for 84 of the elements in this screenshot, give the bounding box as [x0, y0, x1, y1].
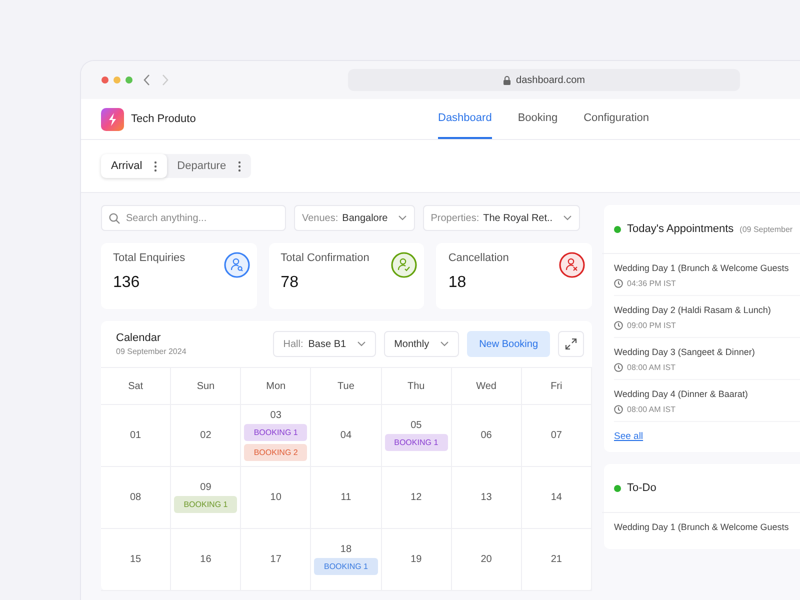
back-icon[interactable] [143, 74, 151, 86]
weekday-label: Tue [338, 380, 354, 392]
booking-tag[interactable]: BOOKING 1 [384, 434, 448, 451]
calendar-title: Calendar [116, 332, 162, 344]
window-controls-icon[interactable] [101, 76, 133, 84]
lock-icon [503, 76, 512, 84]
day-number: 08 [130, 492, 142, 503]
weekday-label: Sun [196, 380, 215, 392]
panel-title: Today's Appointments [627, 223, 734, 235]
weekday-label: Sat [128, 380, 144, 392]
search-field[interactable]: Search anything... [101, 205, 286, 231]
day-number: 07 [550, 430, 562, 441]
appointment-title: Wedding Day 3 (Sangeet & Dinner) [614, 347, 756, 357]
expand-icon [565, 338, 577, 350]
address-bar[interactable]: dashboard.com [348, 69, 740, 91]
day-number: 12 [410, 492, 422, 503]
stat-label: Cancellation [448, 252, 509, 264]
expand-button[interactable] [558, 331, 584, 357]
period-dropdown[interactable]: Monthly [384, 331, 460, 357]
appointment-title: Wedding Day 4 (Dinner & Baarat) [614, 389, 749, 399]
kebab-icon[interactable] [154, 160, 158, 172]
day-number: 11 [340, 492, 352, 503]
appointment-title: Wedding Day 2 (Haldi Rasam & Lunch) [614, 305, 772, 315]
booking-tag[interactable]: BOOKING 2 [244, 444, 308, 461]
search-icon [109, 213, 120, 224]
panel-title: To-Do [627, 482, 656, 494]
nav-tab[interactable]: Booking [518, 99, 558, 139]
chevron-down-icon [562, 215, 572, 221]
stat-value: 18 [448, 274, 468, 292]
hall-dropdown[interactable]: Hall: Base B1 [273, 331, 376, 357]
view-tab[interactable]: Arrival [101, 154, 168, 178]
view-tab[interactable]: Departure [167, 154, 252, 178]
weekday-label: Thu [408, 380, 425, 392]
day-number: 10 [270, 492, 282, 503]
booking-tag[interactable]: BOOKING 1 [314, 558, 378, 575]
clock-icon [614, 363, 623, 372]
todo-title: Wedding Day 1 (Brunch & Welcome Guests [614, 522, 790, 532]
day-number: 04 [340, 430, 352, 441]
appointment-time: 09:00 PM IST [627, 321, 676, 330]
appointment-title: Wedding Day 1 (Brunch & Welcome Guests [614, 263, 790, 273]
day-number: 17 [270, 554, 282, 565]
appointment-time: 04:36 PM IST [627, 279, 676, 288]
kebab-icon[interactable] [238, 160, 242, 172]
day-number: 16 [200, 554, 212, 565]
appointment-time: 08:00 AM IST [627, 405, 676, 414]
day-number: 20 [480, 554, 492, 565]
chevron-down-icon [398, 215, 407, 221]
day-number: 03 [270, 410, 282, 421]
stat-value: 136 [113, 274, 141, 292]
property-dropdown[interactable]: Properties: The Royal Ret.. [422, 205, 580, 231]
weekday-label: Fri [550, 380, 562, 392]
brand-name: Tech Produto [131, 113, 196, 125]
day-number: 13 [480, 492, 492, 503]
weekday-label: Wed [476, 380, 496, 392]
logo-icon [101, 108, 124, 130]
day-number: 06 [480, 430, 492, 441]
clock-icon [614, 405, 623, 414]
appointment-time: 08:00 AM IST [627, 363, 676, 372]
weekday-label: Mon [266, 380, 286, 392]
day-number: 19 [410, 554, 422, 565]
calendar-date: 09 September 2024 [116, 347, 186, 356]
see-all-link[interactable]: See all [614, 431, 644, 442]
day-number: 21 [550, 554, 562, 565]
day-number: 09 [200, 482, 212, 493]
nav-tab[interactable]: Configuration [584, 99, 650, 139]
day-number: 15 [130, 554, 142, 565]
url-text: dashboard.com [516, 74, 585, 86]
chevron-down-icon [440, 341, 450, 347]
clock-icon [614, 279, 623, 288]
panel-date: (09 September [740, 224, 793, 234]
booking-tag[interactable]: BOOKING 1 [174, 496, 238, 513]
stat-value: 78 [280, 274, 300, 292]
stat-label: Total Confirmation [280, 252, 370, 264]
day-number: 02 [200, 430, 212, 441]
day-number: 05 [410, 420, 422, 431]
venue-dropdown[interactable]: Venues: Bangalore [294, 205, 415, 231]
new-booking-button[interactable]: New Booking [467, 331, 550, 357]
chevron-down-icon [357, 341, 366, 347]
clock-icon [614, 321, 623, 330]
day-number: 14 [550, 492, 562, 503]
booking-tag[interactable]: BOOKING 1 [244, 424, 308, 441]
day-number: 18 [340, 544, 352, 555]
day-number: 01 [130, 430, 142, 441]
stat-label: Total Enquiries [113, 252, 186, 264]
